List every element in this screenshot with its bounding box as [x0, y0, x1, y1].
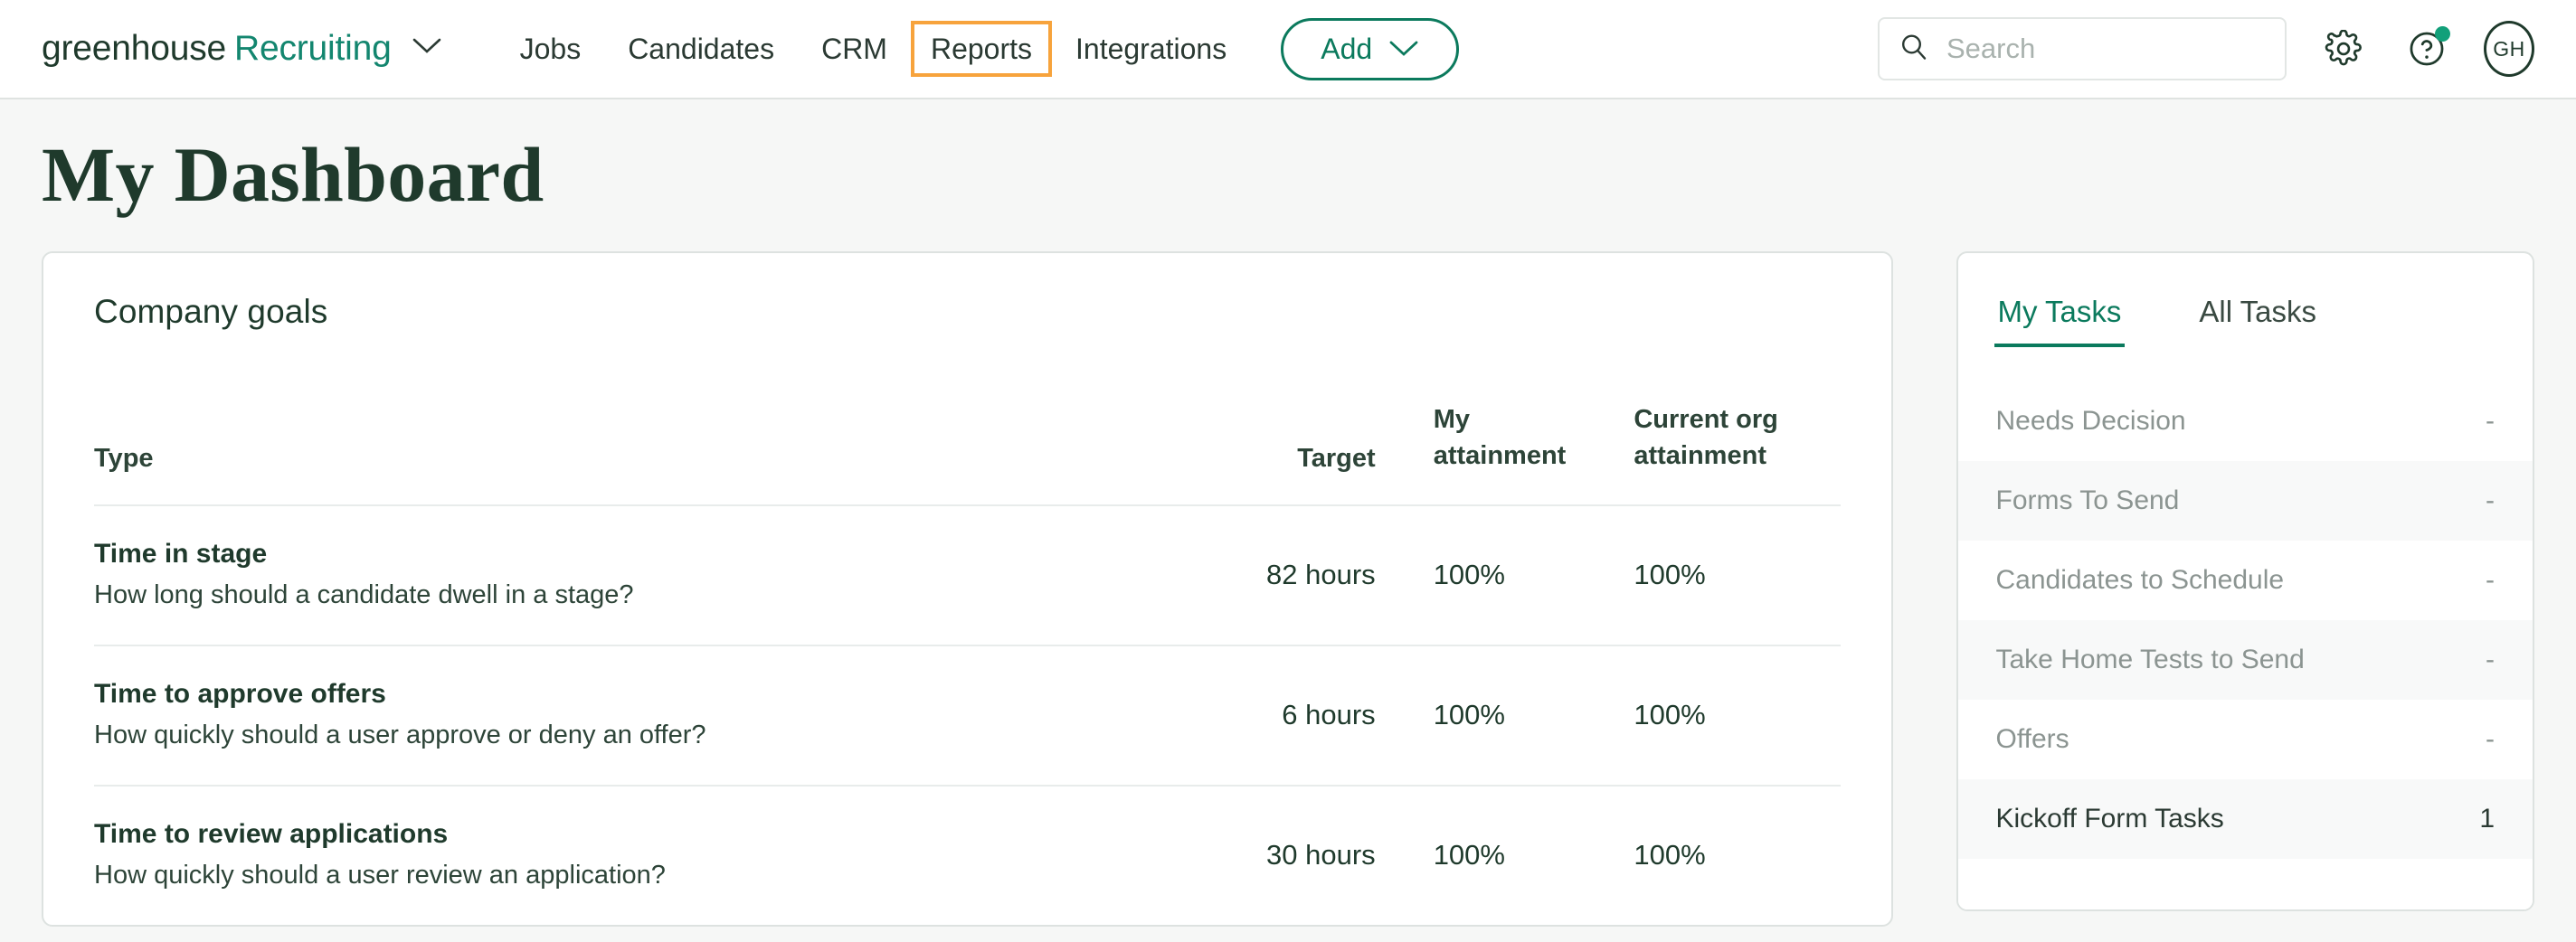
task-label: Kickoff Form Tasks	[1995, 804, 2224, 834]
tab-my-tasks[interactable]: My Tasks	[1994, 286, 2126, 348]
dashboard-columns: Company goals Type Target My attainment …	[42, 251, 2534, 928]
company-goals-title: Company goals	[94, 293, 328, 331]
task-label: Forms To Send	[1995, 485, 2180, 516]
task-count: -	[2486, 565, 2495, 596]
top-navigation-bar: greenhouse Recruiting Jobs Candidates CR…	[0, 0, 2576, 99]
goal-name: Time in stage	[94, 539, 268, 570]
brand-name: greenhouse	[42, 29, 227, 68]
gear-icon[interactable]	[2317, 23, 2370, 75]
task-count: -	[2486, 724, 2495, 755]
goal-my-attainment: 100%	[1375, 505, 1573, 647]
chevron-down-icon	[1388, 33, 1419, 66]
goal-org-attainment: 100%	[1572, 505, 1841, 647]
goal-name: Time to review applications	[94, 819, 449, 850]
goal-description: How quickly should a user review an appl…	[94, 861, 666, 890]
search-input[interactable]	[1946, 33, 2265, 65]
goal-my-attainment: 100%	[1433, 838, 1505, 871]
nav-item-jobs[interactable]: Jobs	[497, 21, 605, 77]
add-button-label: Add	[1321, 32, 1373, 65]
table-header-row: Type Target My attainment Current org at…	[94, 401, 1841, 507]
list-item[interactable]: Forms To Send -	[1957, 461, 2533, 542]
goal-my-attainment: 100%	[1375, 645, 1573, 787]
column-header-org-attainment-label: Current org attainment	[1634, 405, 1778, 471]
list-item[interactable]: Candidates to Schedule -	[1958, 541, 2533, 620]
task-label: Needs Decision	[1995, 406, 2186, 437]
column-header-org-attainment: Current org attainment	[1572, 401, 1841, 507]
goal-type-cell: Time to review applications How quickly …	[94, 786, 1215, 925]
brand-logo[interactable]: greenhouse Recruiting	[42, 29, 442, 69]
page-body: My Dashboard Company goals Type Target M…	[0, 131, 2576, 928]
column-header-target: Target	[1215, 401, 1376, 507]
table-row[interactable]: Time in stage How long should a candidat…	[94, 505, 1841, 647]
task-count: -	[2486, 645, 2495, 675]
goal-org-attainment: 100%	[1634, 838, 1706, 871]
tasks-card: My Tasks All Tasks Needs Decision - Form…	[1956, 251, 2534, 912]
tasks-list-footer	[1957, 859, 2533, 910]
tasks-tabs: My Tasks All Tasks	[1958, 286, 2533, 348]
column-header-my-attainment-label: My attainment	[1433, 405, 1567, 471]
list-item[interactable]: Offers -	[1958, 700, 2533, 779]
goal-description: How quickly should a user approve or den…	[94, 721, 706, 750]
task-count: -	[2486, 485, 2495, 516]
task-label: Candidates to Schedule	[1995, 565, 2285, 596]
goal-org-attainment: 100%	[1572, 645, 1841, 787]
page-title: My Dashboard	[42, 131, 545, 218]
header-right-controls: GH	[1878, 17, 2534, 80]
nav-item-candidates[interactable]: Candidates	[604, 21, 798, 77]
task-count: -	[2486, 406, 2495, 437]
nav-item-reports[interactable]: Reports	[910, 20, 1052, 78]
tab-all-tasks[interactable]: All Tasks	[2195, 286, 2320, 347]
avatar[interactable]: GH	[2484, 21, 2534, 77]
task-count: 1	[2479, 804, 2495, 834]
column-header-type: Type	[94, 401, 1216, 507]
brand-product-name: Recruiting	[234, 29, 392, 68]
tasks-list: Needs Decision - Forms To Send - Candida…	[1957, 382, 2533, 910]
chevron-down-icon[interactable]	[412, 36, 442, 56]
task-label: Take Home Tests to Send	[1995, 645, 2305, 675]
column-header-my-attainment: My attainment	[1375, 401, 1573, 507]
list-item[interactable]: Kickoff Form Tasks 1	[1957, 779, 2533, 860]
company-goals-card: Company goals Type Target My attainment …	[42, 251, 1893, 928]
nav-item-integrations[interactable]: Integrations	[1052, 21, 1250, 77]
search-icon	[1899, 33, 1928, 66]
company-goals-table: Type Target My attainment Current org at…	[94, 401, 1841, 925]
goal-target: 6 hours	[1215, 645, 1376, 787]
main-nav: Jobs Candidates CRM Reports Integrations…	[497, 17, 1460, 80]
search-box[interactable]	[1878, 17, 2287, 80]
add-button[interactable]: Add	[1281, 17, 1460, 80]
table-row[interactable]: Time to approve offers How quickly shoul…	[94, 645, 1841, 787]
goal-description: How long should a candidate dwell in a s…	[94, 580, 634, 610]
goal-target: 82 hours	[1215, 505, 1376, 647]
help-notification-dot	[2435, 26, 2450, 42]
nav-item-crm[interactable]: CRM	[798, 21, 911, 77]
goal-name: Time to approve offers	[94, 679, 386, 710]
table-row[interactable]: Time to review applications How quickly …	[94, 786, 1841, 925]
list-item[interactable]: Take Home Tests to Send -	[1957, 620, 2533, 701]
list-item[interactable]: Needs Decision -	[1958, 382, 2533, 461]
goal-target: 30 hours	[1266, 838, 1376, 871]
help-icon[interactable]	[2401, 23, 2453, 75]
goal-type-cell: Time to approve offers How quickly shoul…	[94, 645, 1216, 787]
goal-type-cell: Time in stage How long should a candidat…	[94, 505, 1216, 647]
task-label: Offers	[1995, 724, 2069, 755]
